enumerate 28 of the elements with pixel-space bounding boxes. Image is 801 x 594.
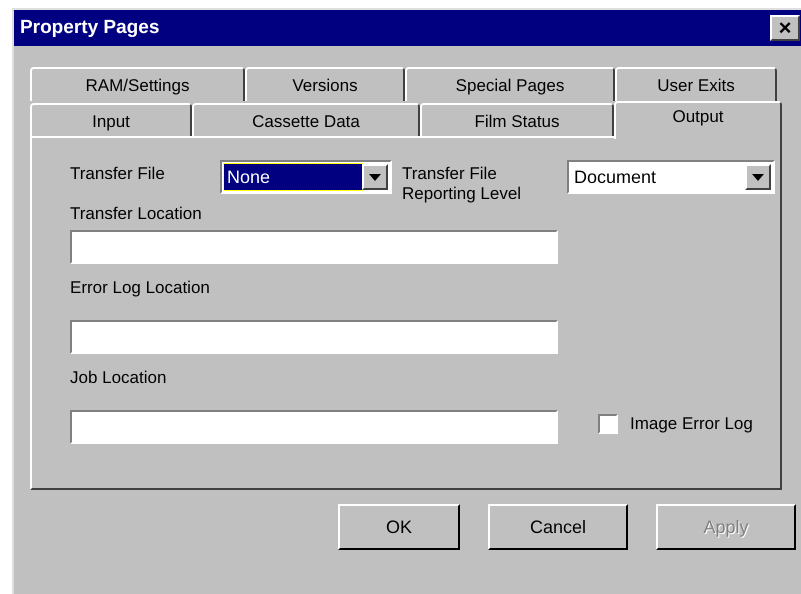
field-label: Transfer File: [70, 163, 166, 184]
dropdown-arrow-icon: [369, 174, 381, 180]
field-label: Job Location: [70, 368, 168, 388]
window-title: Property Pages: [20, 17, 160, 39]
dropdown-arrow-icon: [752, 174, 764, 180]
field-label: Transfer Location: [70, 204, 203, 224]
dropdown-button[interactable]: [745, 164, 771, 190]
tab[interactable]: Cassette Data: [192, 103, 420, 137]
tab[interactable]: User Exits: [615, 67, 777, 101]
tab[interactable]: Special Pages: [405, 67, 615, 101]
dialog-button[interactable]: Cancel: [488, 504, 628, 550]
checkbox-label: Image Error Log: [630, 414, 753, 434]
text-field[interactable]: [70, 320, 558, 354]
dropdown-button[interactable]: [362, 164, 388, 190]
close-button[interactable]: ×: [770, 15, 800, 41]
dialog-button[interactable]: OK: [338, 504, 460, 550]
tab[interactable]: RAM/Settings: [30, 67, 245, 101]
text-field[interactable]: [70, 230, 558, 264]
dropdown-field[interactable]: Document: [567, 160, 775, 194]
tab[interactable]: Output: [614, 101, 782, 139]
dropdown-field[interactable]: None: [220, 160, 392, 194]
field-label: Error Log Location: [70, 278, 211, 298]
tab[interactable]: Versions: [245, 67, 405, 101]
tab[interactable]: Film Status: [420, 103, 614, 137]
field-label: Transfer File Reporting Level: [402, 163, 522, 204]
tab[interactable]: Input: [30, 103, 192, 137]
checkbox[interactable]: [598, 414, 618, 434]
text-field[interactable]: [70, 410, 558, 444]
